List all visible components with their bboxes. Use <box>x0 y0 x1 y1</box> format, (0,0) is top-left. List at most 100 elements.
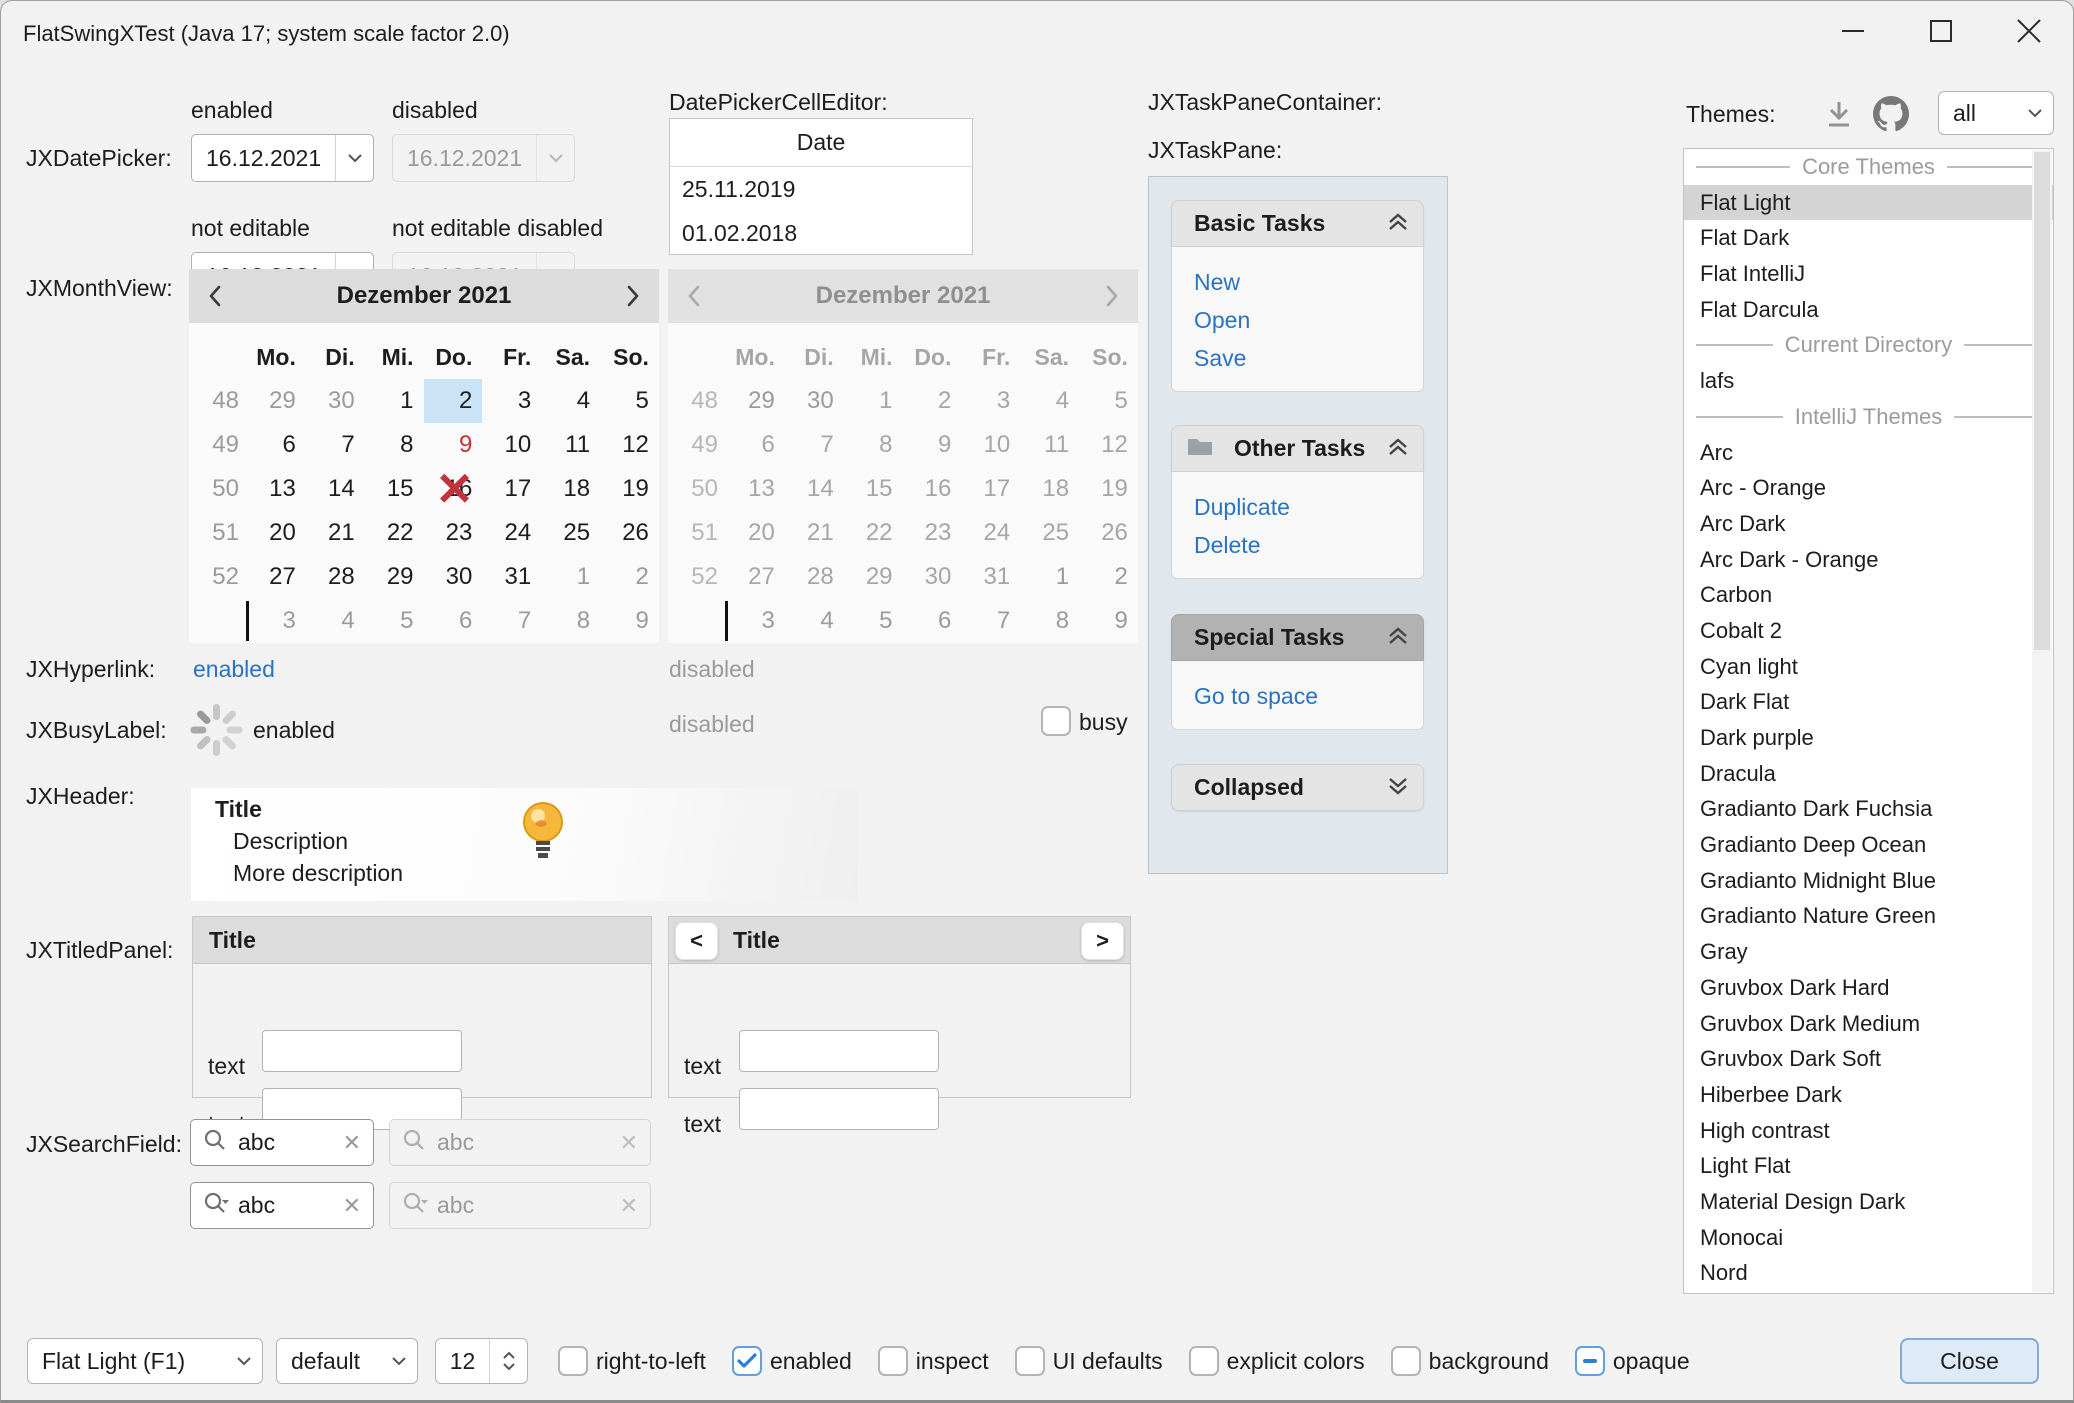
day-cell[interactable]: 21 <box>306 511 365 555</box>
theme-list-item[interactable]: Gray <box>1684 934 2053 970</box>
close-button[interactable]: Close <box>1900 1338 2039 1384</box>
github-icon[interactable] <box>1873 96 1909 132</box>
day-cell[interactable]: 7 <box>482 599 541 643</box>
taskpane-link-delete[interactable]: Delete <box>1172 526 1423 564</box>
theme-list-item[interactable]: Monocai <box>1684 1220 2053 1256</box>
celleditor-row[interactable]: 25.11.2019 <box>670 167 972 211</box>
day-cell[interactable]: 5 <box>600 379 659 423</box>
theme-list-item[interactable]: Light Flat <box>1684 1148 2053 1184</box>
hyperlink-enabled[interactable]: enabled <box>193 656 275 683</box>
day-cell[interactable]: 10 <box>482 423 541 467</box>
day-cell[interactable]: 4 <box>541 379 600 423</box>
theme-list-item[interactable]: Arc <box>1684 435 2053 471</box>
minimize-button[interactable] <box>1809 1 1897 61</box>
day-cell[interactable]: 18 <box>541 467 600 511</box>
theme-list-item[interactable]: Material Design Dark <box>1684 1184 2053 1220</box>
clear-icon[interactable]: ✕ <box>343 1193 361 1219</box>
clear-icon[interactable]: ✕ <box>343 1130 361 1156</box>
theme-list-item[interactable]: Gradianto Midnight Blue <box>1684 863 2053 899</box>
collapse-toggle[interactable] <box>1387 210 1409 237</box>
right-to-left-checkbox[interactable] <box>558 1346 588 1376</box>
taskpane-titlebar[interactable]: Collapsed <box>1171 764 1424 811</box>
monthview-prev-button[interactable] <box>189 284 241 308</box>
day-cell[interactable]: 23 <box>424 511 483 555</box>
searchfield-enabled[interactable]: abc ✕ <box>190 1119 374 1166</box>
theme-list-item[interactable]: Gruvbox Dark Soft <box>1684 1041 2053 1077</box>
enabled-checkbox[interactable] <box>732 1346 762 1376</box>
datepicker-enabled[interactable]: 16.12.2021 <box>191 134 374 182</box>
taskpane-link-go-to-space[interactable]: Go to space <box>1172 677 1423 715</box>
day-cell[interactable]: 20 <box>247 511 306 555</box>
datepicker-dropdown-button[interactable] <box>335 135 373 181</box>
day-cell[interactable]: 30 <box>424 555 483 599</box>
day-cell[interactable]: 28 <box>306 555 365 599</box>
background-checkbox[interactable] <box>1391 1346 1421 1376</box>
download-icon[interactable] <box>1824 99 1854 131</box>
theme-list-item[interactable]: High contrast <box>1684 1113 2053 1149</box>
theme-list-item[interactable]: Gradianto Deep Ocean <box>1684 827 2053 863</box>
theme-list-item[interactable]: Gradianto Dark Fuchsia <box>1684 791 2053 827</box>
day-cell[interactable]: 9 <box>424 423 483 467</box>
theme-list-item[interactable]: Dracula <box>1684 756 2053 792</box>
theme-list-item[interactable]: Flat Light <box>1684 185 2053 221</box>
theme-list-item[interactable]: Gruvbox Dark Hard <box>1684 970 2053 1006</box>
day-cell[interactable]: 8 <box>365 423 424 467</box>
theme-list-item[interactable]: Dark purple <box>1684 720 2053 756</box>
theme-list-item[interactable]: Arc Dark - Orange <box>1684 542 2053 578</box>
day-cell[interactable]: 15 <box>365 467 424 511</box>
scrollbar-thumb[interactable] <box>2034 152 2050 650</box>
busy-checkbox[interactable] <box>1041 706 1071 736</box>
spinner-buttons[interactable] <box>489 1339 527 1383</box>
maximize-button[interactable] <box>1897 1 1985 61</box>
themes-list[interactable]: Core ThemesFlat LightFlat DarkFlat Intel… <box>1683 148 2054 1294</box>
style-combo[interactable]: default <box>276 1338 418 1384</box>
font-size-spinner[interactable]: 12 <box>435 1338 528 1384</box>
theme-list-item[interactable]: Flat IntelliJ <box>1684 256 2053 292</box>
theme-list-item[interactable]: Gruvbox Dark Medium <box>1684 1006 2053 1042</box>
day-cell[interactable]: 6 <box>424 599 483 643</box>
search-value[interactable]: abc <box>238 1192 334 1219</box>
datepicker-value[interactable]: 16.12.2021 <box>192 145 335 172</box>
day-cell[interactable]: 7 <box>306 423 365 467</box>
day-cell[interactable]: 2 <box>600 555 659 599</box>
theme-list-item[interactable]: Nord <box>1684 1255 2053 1291</box>
themes-filter-combo[interactable]: all <box>1938 91 2054 135</box>
text-input[interactable] <box>739 1088 939 1130</box>
titledpanel-back-button[interactable]: < <box>675 922 718 960</box>
ui-defaults-checkbox[interactable] <box>1015 1346 1045 1376</box>
day-cell[interactable]: 27 <box>247 555 306 599</box>
day-cell[interactable]: 30 <box>306 379 365 423</box>
titledpanel-forward-button[interactable]: > <box>1081 922 1124 960</box>
day-cell[interactable]: 4 <box>306 599 365 643</box>
day-cell[interactable]: 8 <box>541 599 600 643</box>
taskpane-link-open[interactable]: Open <box>1172 301 1423 339</box>
laf-combo[interactable]: Flat Light (F1) <box>27 1338 263 1384</box>
collapse-toggle[interactable] <box>1387 774 1409 801</box>
day-cell[interactable]: 19 <box>600 467 659 511</box>
monthview-next-button[interactable] <box>607 284 659 308</box>
taskpane-link-save[interactable]: Save <box>1172 339 1423 377</box>
day-cell[interactable]: 24 <box>482 511 541 555</box>
theme-list-item[interactable]: Cobalt 2 <box>1684 613 2053 649</box>
inspect-checkbox[interactable] <box>878 1346 908 1376</box>
collapse-toggle[interactable] <box>1387 435 1409 462</box>
taskpane-titlebar[interactable]: Basic Tasks <box>1171 200 1424 247</box>
theme-list-item[interactable]: Arc Dark <box>1684 506 2053 542</box>
text-input[interactable] <box>262 1030 462 1072</box>
day-cell[interactable]: 1 <box>365 379 424 423</box>
day-cell[interactable]: 14 <box>306 467 365 511</box>
explicit-colors-checkbox[interactable] <box>1189 1346 1219 1376</box>
day-cell[interactable]: 6 <box>247 423 306 467</box>
searchfield-dropdown-enabled[interactable]: abc ✕ <box>190 1182 374 1229</box>
day-cell[interactable]: 2 <box>424 379 483 423</box>
theme-list-item[interactable]: Carbon <box>1684 577 2053 613</box>
day-cell[interactable]: 26 <box>600 511 659 555</box>
search-value[interactable]: abc <box>238 1129 334 1156</box>
day-cell[interactable]: 22 <box>365 511 424 555</box>
day-cell[interactable]: 31 <box>482 555 541 599</box>
day-cell[interactable]: 11 <box>541 423 600 467</box>
day-cell[interactable]: 29 <box>247 379 306 423</box>
theme-list-item[interactable]: lafs <box>1684 363 2053 399</box>
theme-list-item[interactable]: Hiberbee Dark <box>1684 1077 2053 1113</box>
day-cell[interactable]: 16✕ <box>424 467 483 511</box>
